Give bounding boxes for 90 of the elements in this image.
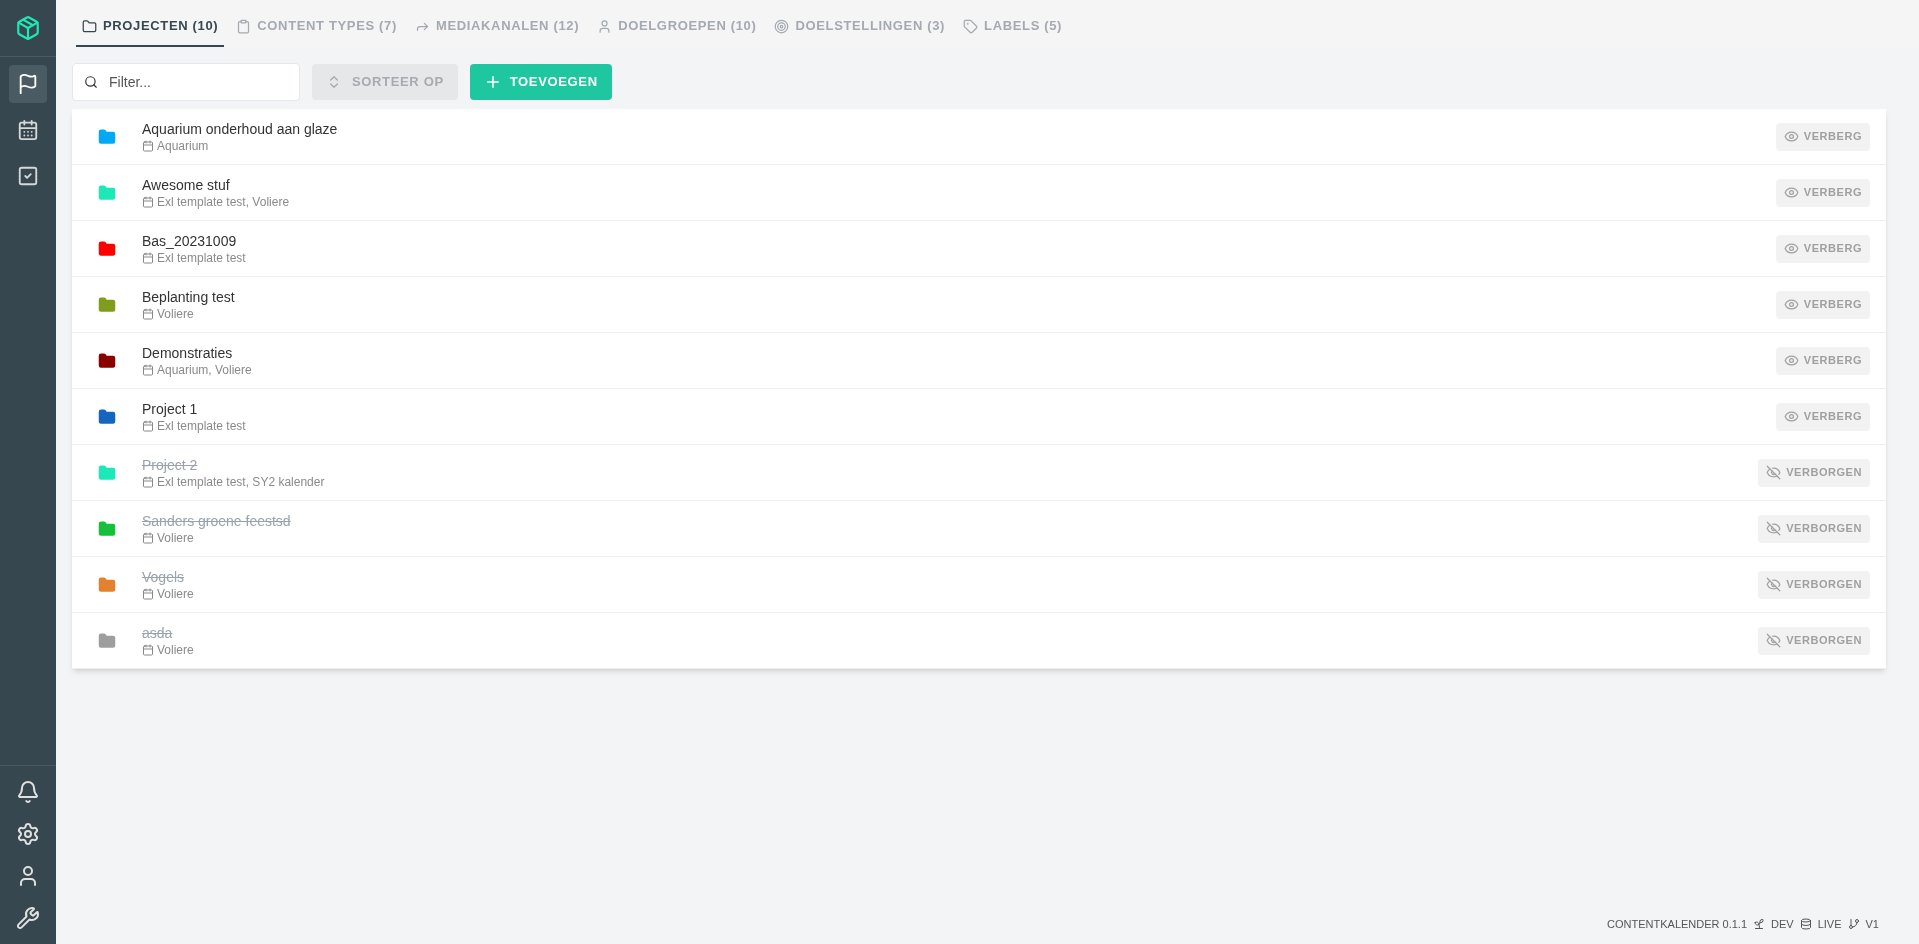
project-row[interactable]: Project 2 Exl template test, SY2 kalender VERBORGEN [72, 445, 1886, 501]
calendar-names: Aquarium, Voliere [157, 361, 252, 378]
calendar-names: Voliere [157, 305, 194, 322]
flag-icon [17, 73, 39, 95]
notifications-icon[interactable] [16, 780, 40, 804]
visibility-button[interactable]: VERBERG [1775, 290, 1870, 319]
project-row[interactable]: Project 1 Exl template test VERBERG [72, 389, 1886, 445]
project-row[interactable]: Bas_20231009 Exl template test VERBERG [72, 221, 1886, 277]
project-name: Demonstraties [142, 343, 234, 362]
project-row[interactable]: Sanders groene feestsd Voliere VERBORGEN [72, 501, 1886, 557]
project-row[interactable]: Demonstraties Aquarium, Voliere VERBERG [72, 333, 1886, 389]
project-row[interactable]: Beplanting test Voliere VERBERG [72, 277, 1886, 333]
calendar-icon [142, 139, 154, 152]
visibility-button[interactable]: VERBORGEN [1758, 626, 1870, 655]
add-button[interactable]: TOEVOEGEN [469, 64, 612, 100]
visibility-button[interactable]: VERBERG [1775, 234, 1870, 263]
calendar-icon [142, 531, 154, 544]
calendar-icon [142, 587, 154, 600]
branch-label: V1 [1865, 916, 1879, 932]
project-name: Awesome stuf [142, 175, 231, 194]
tab[interactable]: CONTENT TYPES (7) [230, 7, 403, 47]
eye-slash-icon [1766, 521, 1782, 536]
sprout-icon [1753, 917, 1766, 930]
calendar-names: Voliere [157, 529, 194, 546]
database-label: LIVE [1817, 916, 1842, 932]
target-icon [774, 18, 790, 34]
filter-field[interactable]: Filter... [72, 63, 300, 101]
eye-icon [1783, 409, 1799, 424]
tab[interactable]: PROJECTEN (10) [76, 7, 225, 47]
tab[interactable]: MEDIAKANALEN (12) [408, 7, 586, 47]
calendar-names: Exl template test, Voliere [157, 193, 290, 210]
app-version: CONTENTKALENDER 0.1.1 [1607, 916, 1748, 932]
project-row[interactable]: asda Voliere VERBORGEN [72, 613, 1886, 669]
settings-icon[interactable] [16, 822, 40, 846]
calendar-names: Exl template test [157, 417, 246, 434]
tab[interactable]: DOELGROEPEN (10) [591, 7, 763, 47]
eye-icon [1783, 353, 1799, 368]
project-name: Aquarium onderhoud aan glaze [142, 119, 338, 138]
tab[interactable]: DOELSTELLINGEN (3) [768, 7, 952, 47]
calendar-names: Exl template test [157, 249, 246, 266]
folder-icon [82, 18, 97, 34]
calendar-names: Voliere [157, 641, 194, 658]
calendar-icon [142, 307, 154, 320]
clipboard-icon [236, 18, 252, 34]
calendar-icon [142, 363, 154, 376]
calendar-icon [142, 475, 154, 488]
calendar-icon [142, 419, 154, 432]
calendar-icon [142, 195, 154, 208]
project-name: asda [142, 623, 174, 642]
calendar-names: Voliere [157, 585, 194, 602]
eye-icon [1783, 185, 1799, 200]
wrench-icon[interactable] [16, 906, 40, 930]
checkbox-icon [17, 165, 39, 187]
project-row[interactable]: Awesome stuf Exl template test, Voliere VERBERG [72, 165, 1886, 221]
project-name: Project 1 [142, 399, 199, 418]
tag-icon [963, 18, 979, 34]
logo-icon [15, 15, 41, 41]
visibility-button[interactable]: VERBERG [1775, 402, 1870, 431]
visibility-button[interactable]: VERBORGEN [1758, 458, 1870, 487]
tab[interactable]: LABELS (5) [957, 7, 1069, 47]
calendar-icon [142, 643, 154, 656]
eye-slash-icon [1766, 465, 1782, 480]
project-name: Bas_20231009 [142, 231, 238, 250]
calendar-icon [17, 119, 39, 141]
visibility-button[interactable]: VERBORGEN [1758, 570, 1870, 599]
eye-icon [1783, 129, 1799, 144]
visibility-button[interactable]: VERBORGEN [1758, 514, 1870, 543]
visibility-button[interactable]: VERBERG [1775, 122, 1870, 151]
project-name: Vogels [142, 567, 186, 586]
eye-icon [1783, 241, 1799, 256]
database-icon [1799, 917, 1812, 930]
project-name: Sanders groene feestsd [142, 511, 291, 530]
eye-slash-icon [1766, 577, 1782, 592]
visibility-button[interactable]: VERBERG [1775, 178, 1870, 207]
project-name: Beplanting test [142, 287, 235, 306]
sort-button[interactable]: SORTEER OP [312, 64, 458, 100]
project-row[interactable]: Aquarium onderhoud aan glaze Aquarium VERBERG [72, 109, 1886, 165]
sidebar-item[interactable] [9, 65, 47, 103]
eye-icon [1783, 297, 1799, 312]
user-icon [597, 18, 613, 34]
branch-icon [1847, 917, 1860, 930]
calendar-names: Aquarium [157, 137, 209, 154]
calendar-names: Exl template test, SY2 kalender [157, 473, 325, 490]
eye-slash-icon [1766, 633, 1782, 648]
visibility-button[interactable]: VERBERG [1775, 346, 1870, 375]
project-row[interactable]: Vogels Voliere VERBORGEN [72, 557, 1886, 613]
project-name: Project 2 [142, 455, 199, 474]
search-icon [84, 75, 98, 89]
environment-label: DEV [1771, 916, 1794, 932]
calendar-icon [142, 251, 154, 264]
